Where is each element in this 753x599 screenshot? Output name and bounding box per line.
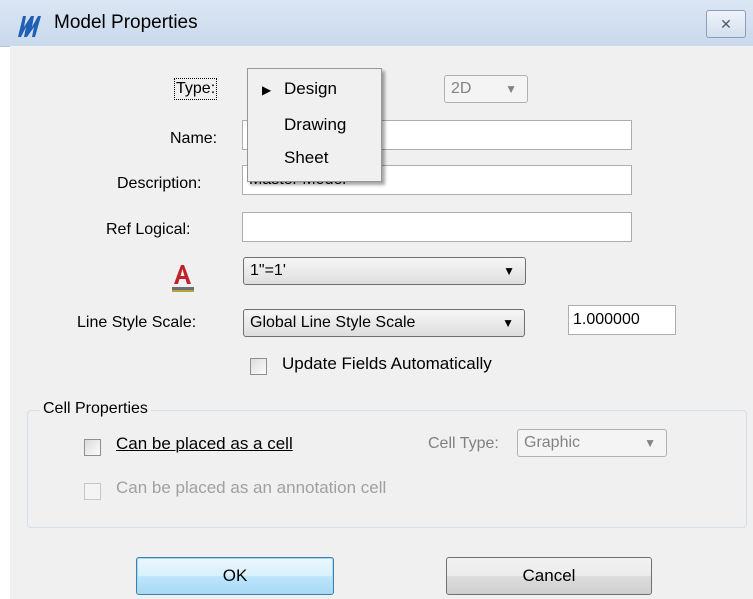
dimension-select[interactable]: 2D ▼ — [444, 75, 528, 103]
cancel-button[interactable]: Cancel — [446, 557, 652, 595]
line-style-scale-label: Line Style Scale: — [77, 314, 197, 331]
placed-as-cell-checkbox[interactable] — [84, 439, 101, 456]
close-button[interactable]: ✕ — [706, 10, 746, 38]
close-icon: ✕ — [720, 16, 732, 32]
menu-item-sheet[interactable]: Sheet — [284, 148, 328, 168]
annotation-cell-label: Can be placed as an annotation cell — [116, 478, 387, 497]
line-style-scale-value-field[interactable]: 1.000000 — [568, 305, 676, 335]
update-fields-checkbox[interactable] — [250, 358, 267, 375]
window-title: Model Properties — [54, 12, 198, 33]
annotation-cell-checkbox[interactable] — [84, 483, 101, 500]
cell-properties-group — [27, 410, 747, 528]
ok-button[interactable]: OK — [136, 557, 334, 595]
chevron-down-icon: ▼ — [503, 264, 515, 278]
type-dropdown-menu: ▶ Design Drawing Sheet — [247, 68, 382, 182]
name-label: Name: — [170, 130, 218, 147]
line-style-scale-select[interactable]: Global Line Style Scale ▼ — [243, 309, 525, 337]
chevron-down-icon: ▼ — [644, 436, 656, 450]
selected-indicator-icon: ▶ — [262, 83, 272, 97]
ref-logical-field[interactable] — [242, 212, 632, 242]
cell-type-label: Cell Type: — [428, 435, 499, 452]
title-bar: Model Properties ✕ — [0, 0, 753, 47]
chevron-down-icon: ▼ — [505, 82, 517, 96]
menu-item-drawing[interactable]: Drawing — [284, 115, 346, 135]
placed-as-cell-label: Can be placed as a cell — [116, 434, 293, 453]
model-properties-dialog: Model Properties ✕ Type: 2D ▼ Name: Desc… — [0, 0, 753, 599]
description-label: Description: — [117, 175, 202, 192]
annotation-scale-icon — [172, 265, 194, 292]
cell-properties-group-title: Cell Properties — [40, 400, 151, 418]
microstation-app-icon — [18, 16, 41, 37]
ref-logical-label: Ref Logical: — [106, 221, 191, 238]
type-label: Type: — [173, 78, 218, 100]
menu-item-design[interactable]: Design — [284, 79, 337, 99]
annotation-scale-select[interactable]: 1"=1' ▼ — [243, 257, 526, 285]
chevron-down-icon: ▼ — [502, 316, 514, 330]
update-fields-label: Update Fields Automatically — [282, 354, 492, 373]
cell-type-select[interactable]: Graphic ▼ — [517, 429, 667, 457]
